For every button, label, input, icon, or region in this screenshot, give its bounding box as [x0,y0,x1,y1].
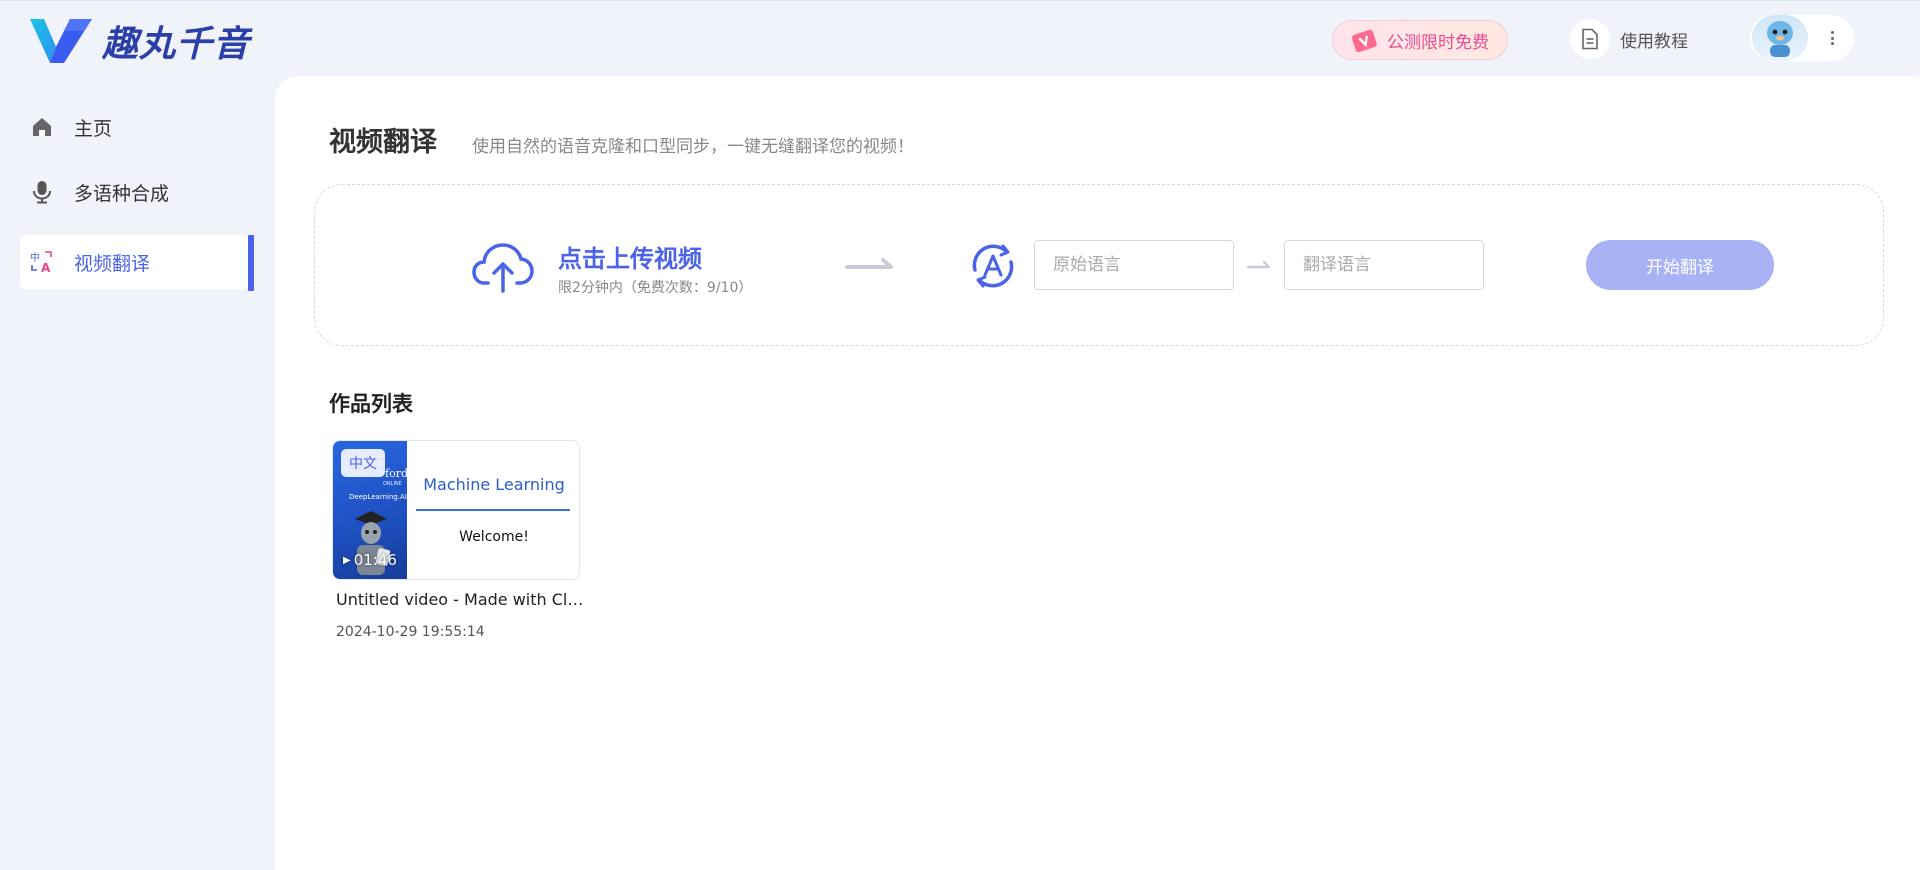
duration-label: 01:46 [353,551,397,569]
active-indicator [248,235,254,291]
source-language-select[interactable] [1034,240,1234,290]
video-slide-preview: Machine Learning Welcome! [407,441,579,579]
sidebar-item-label: 多语种合成 [74,182,170,205]
slide-text: Welcome! [459,529,529,545]
thumbnail-text: ONLINE [383,481,402,487]
thumbnail-text: ford [385,467,408,480]
microphone-icon [30,180,54,204]
arrow-right-small-icon [1247,260,1271,269]
thumbnail-text: DeepLearning.AI [349,493,407,501]
translate-icon: 中 A [30,250,54,274]
works-list-title: 作品列表 [329,392,413,416]
upload-panel: 点击上传视频 限2分钟内（免费次数：9/10） 开始翻译 [314,184,1884,346]
main-panel: 视频翻译 使用自然的语音克隆和口型同步，一键无缝翻译您的视频！ 点击上传视频 限… [275,76,1920,870]
home-icon [30,115,54,139]
svg-text:中: 中 [30,251,40,264]
arrow-right-icon [845,258,893,269]
page-subtitle: 使用自然的语音克隆和口型同步，一键无缝翻译您的视频！ [472,137,914,157]
start-translation-button[interactable]: 开始翻译 [1586,240,1774,290]
work-title[interactable]: Untitled video - Made with Clipchamp [336,590,586,609]
sidebar-item-home[interactable]: 主页 [20,100,250,154]
tutorial-link[interactable]: 使用教程 [1570,19,1688,59]
svg-text:A: A [41,261,51,274]
brand-name: 趣丸千音 [102,24,251,65]
logo[interactable]: 趣丸千音 [28,15,250,67]
upload-limit-text: 限2分钟内（免费次数：9/10） [558,280,753,296]
logo-mark-icon [30,19,92,63]
document-icon [1570,19,1610,59]
promo-label: 公测限时免费 [1387,32,1489,53]
target-language-select[interactable] [1284,240,1484,290]
language-translate-icon [972,244,1014,288]
video-duration: ▶ 01:46 [343,551,397,569]
play-icon: ▶ [343,554,351,566]
page-title: 视频翻译 [329,127,437,158]
top-bar: 趣丸千音 公测限时免费 使用教程 [0,0,1920,76]
avatar[interactable] [1752,15,1808,61]
language-badge: 中文 [341,449,385,477]
sidebar-item-video-translation[interactable]: 中 A 视频翻译 [20,235,250,289]
ticket-icon [1351,29,1377,53]
sidebar-item-label: 主页 [74,117,113,140]
slide-title: Machine Learning [423,475,565,494]
work-date: 2024-10-29 19:55:14 [336,624,485,640]
upload-video-link[interactable]: 点击上传视频 [558,239,702,274]
work-card[interactable]: ford ONLINE DeepLearning.AI 中文 ▶ 01:46 M… [332,440,580,580]
promo-badge[interactable]: 公测限时免费 [1332,20,1508,60]
slide-divider [416,509,570,511]
sidebar-item-label: 视频翻译 [74,252,151,275]
video-thumbnail: ford ONLINE DeepLearning.AI 中文 ▶ 01:46 [333,441,408,579]
more-vertical-icon[interactable] [1826,28,1838,48]
user-menu[interactable] [1750,15,1854,61]
sidebar-item-multilingual-synthesis[interactable]: 多语种合成 [20,165,250,219]
tutorial-label: 使用教程 [1620,31,1688,52]
cloud-upload-icon[interactable] [472,241,534,293]
